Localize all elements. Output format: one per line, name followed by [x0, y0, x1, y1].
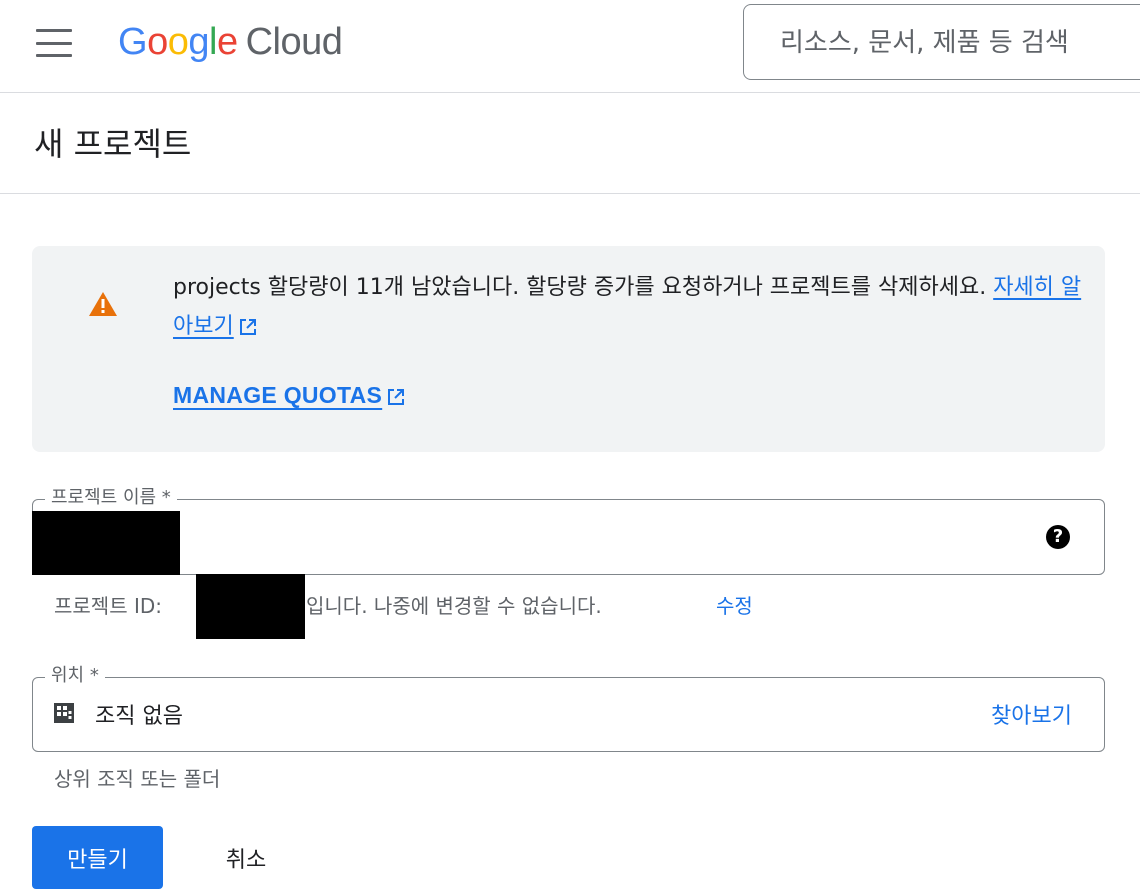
edit-project-id-link[interactable]: 수정 — [716, 592, 753, 620]
google-cloud-logo[interactable]: Google Cloud — [118, 20, 343, 64]
location-hint: 상위 조직 또는 폴더 — [54, 767, 221, 791]
project-id-prefix: 프로젝트 ID: — [54, 594, 162, 618]
create-button[interactable]: 만들기 — [32, 826, 163, 889]
help-icon[interactable]: ? — [1046, 525, 1070, 549]
manage-quotas-link[interactable]: MANAGE QUOTAS — [173, 382, 405, 409]
project-name-input[interactable] — [51, 520, 1011, 556]
project-name-field[interactable]: 프로젝트 이름 * — [32, 486, 1105, 575]
location-value: 조직 없음 — [95, 704, 183, 729]
search-box[interactable] — [743, 4, 1140, 80]
search-input[interactable] — [780, 23, 1140, 63]
page-title: 새 프로젝트 — [34, 125, 192, 163]
external-link-icon — [239, 319, 256, 335]
redaction-box — [196, 574, 305, 639]
page-title-bar: 새 프로젝트 — [0, 93, 1140, 194]
location-label: 위치 * — [45, 664, 105, 688]
alert-message: projects 할당량이 11개 남았습니다. 할당량 증가를 요청하거나 프… — [173, 275, 1082, 339]
logo-cloud-text: Cloud — [245, 21, 343, 63]
browse-button[interactable]: 찾아보기 — [991, 698, 1072, 730]
warning-icon — [89, 292, 117, 316]
top-header: Google Cloud — [0, 0, 1140, 93]
cancel-button[interactable]: 취소 — [196, 826, 296, 889]
external-link-icon — [388, 388, 405, 405]
project-name-label: 프로젝트 이름 * — [45, 486, 177, 510]
hamburger-menu-icon[interactable] — [36, 27, 72, 59]
quota-alert: projects 할당량이 11개 남았습니다. 할당량 증가를 요청하거나 프… — [32, 246, 1105, 452]
project-id-note: 입니다. 나중에 변경할 수 없습니다. — [306, 594, 602, 618]
redaction-box — [32, 511, 180, 575]
building-icon — [54, 703, 74, 723]
location-field[interactable]: 위치 * 조직 없음 찾아보기 — [32, 664, 1105, 752]
